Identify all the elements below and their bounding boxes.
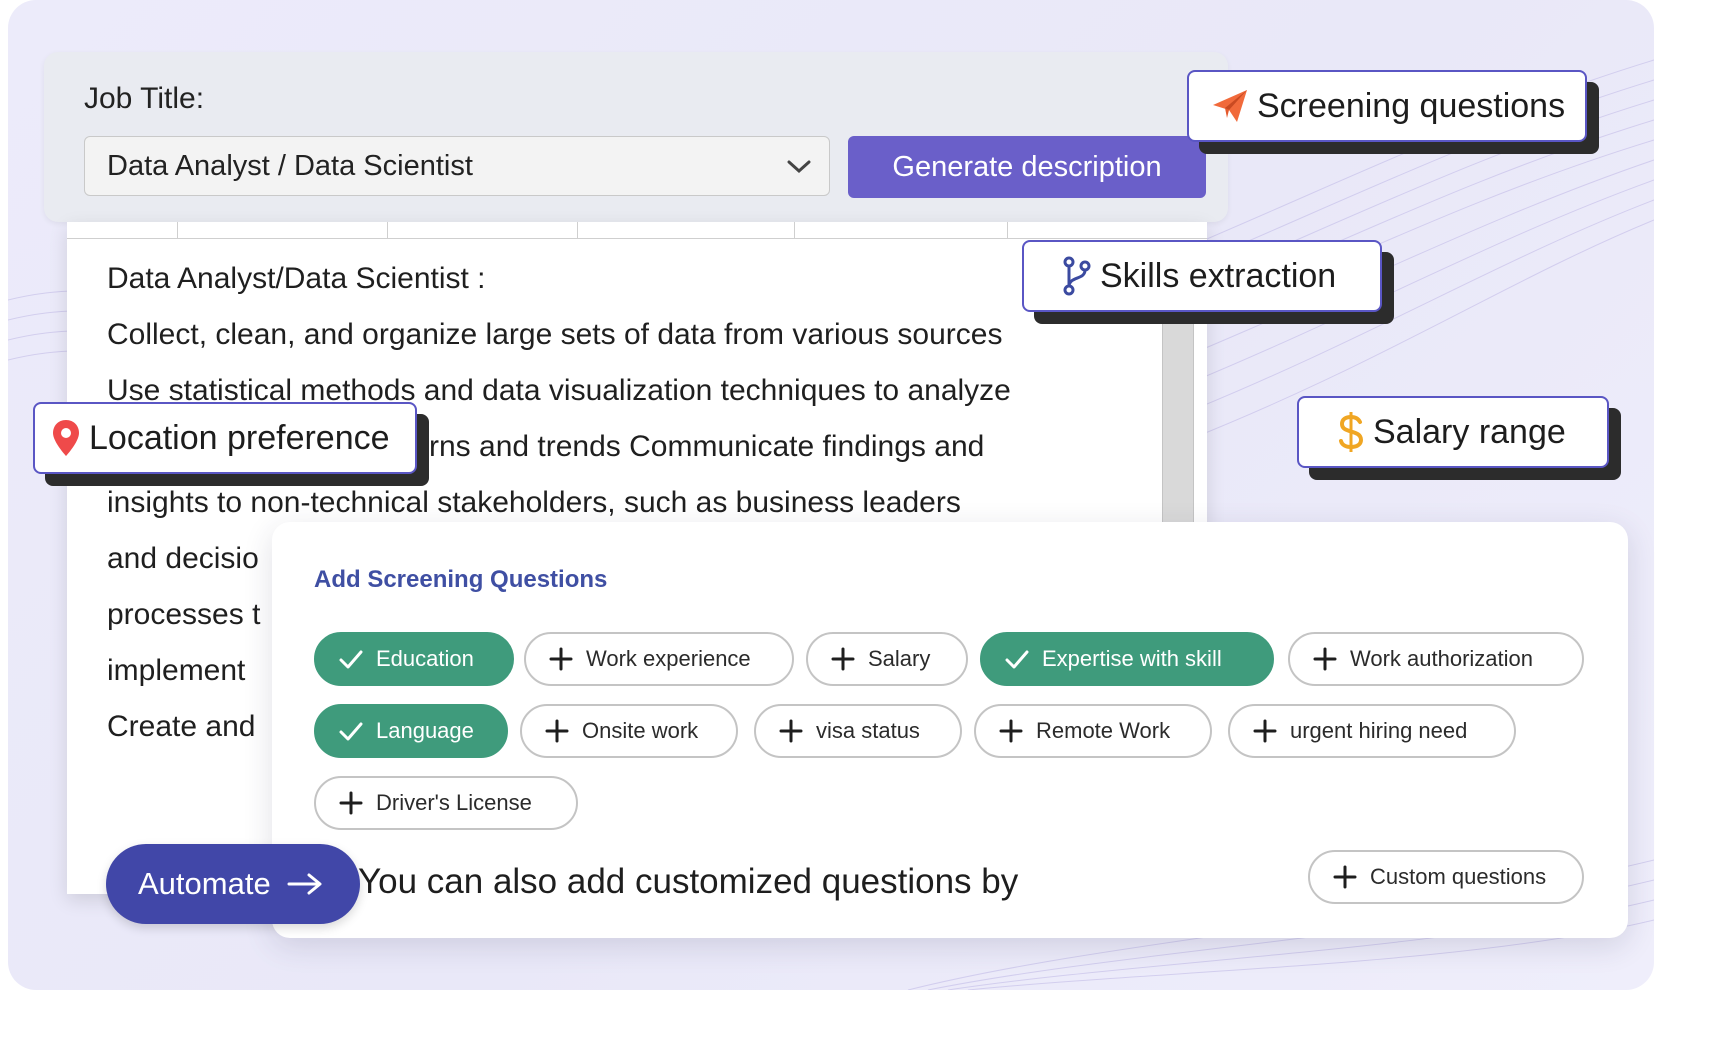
custom-questions-label: Custom questions	[1370, 864, 1547, 889]
card-title: Add Screening Questions	[314, 566, 608, 593]
plus-icon	[1333, 865, 1357, 889]
plus-icon	[339, 791, 363, 815]
chip-label: urgent hiring need	[1290, 718, 1468, 743]
chip-remote-work[interactable]: Remote Work	[974, 704, 1212, 758]
chip-expertise-with-skill[interactable]: Expertise with skill	[980, 632, 1274, 686]
chip-label: Driver's License	[376, 790, 532, 815]
chip-label: Work authorization	[1350, 646, 1534, 671]
description-line: Create and	[107, 710, 256, 743]
description-line: and decisio	[107, 542, 259, 575]
map-pin-icon	[53, 420, 79, 456]
plus-icon	[1313, 647, 1337, 671]
check-icon	[339, 722, 363, 741]
custom-questions-button[interactable]: Custom questions	[1308, 850, 1584, 904]
chip-visa-status[interactable]: visa status	[754, 704, 962, 758]
plus-icon	[999, 719, 1023, 743]
check-icon	[339, 650, 363, 669]
description-line: implement	[107, 654, 246, 687]
chip-label: Work experience	[586, 646, 751, 671]
skills-extraction-label: Skills extraction	[1100, 256, 1337, 295]
chevron-down-icon	[787, 160, 811, 174]
plus-icon	[1253, 719, 1277, 743]
chip-label: Language	[376, 718, 474, 743]
plus-icon	[545, 719, 569, 743]
description-line: insights to non-technical stakeholders, …	[107, 486, 961, 519]
custom-questions-note: You can also add customized questions by	[358, 862, 1019, 901]
description-line: Data Analyst/Data Scientist :	[107, 262, 486, 295]
paper-plane-icon	[1213, 90, 1247, 122]
chip-label: Remote Work	[1036, 718, 1171, 743]
chip-label: Education	[376, 646, 474, 671]
plus-icon	[779, 719, 803, 743]
job-title-value: Data Analyst / Data Scientist	[107, 149, 473, 182]
plus-icon	[549, 647, 573, 671]
chip-onsite-work[interactable]: Onsite work	[520, 704, 738, 758]
location-preference-tag[interactable]: Location preference	[33, 402, 417, 474]
chip-work-authorization[interactable]: Work authorization	[1288, 632, 1584, 686]
check-icon	[1005, 650, 1029, 669]
salary-range-label: Salary range	[1373, 412, 1566, 451]
location-preference-label: Location preference	[89, 418, 390, 457]
salary-range-tag[interactable]: Salary range	[1297, 396, 1609, 468]
chip-work-experience[interactable]: Work experience	[524, 632, 794, 686]
screening-questions-card: Add Screening Questions Education Work e…	[272, 522, 1628, 938]
editor-toolbar	[67, 222, 1207, 239]
screening-questions-tag[interactable]: Screening questions	[1187, 70, 1587, 142]
chip-drivers-license[interactable]: Driver's License	[314, 776, 578, 830]
chip-label: visa status	[816, 718, 920, 743]
description-line: rns and trends Communicate findings and	[429, 430, 985, 463]
description-line: Collect, clean, and organize large sets …	[107, 318, 1003, 351]
job-title-select[interactable]: Data Analyst / Data Scientist	[84, 136, 830, 196]
skills-extraction-tag[interactable]: Skills extraction	[1022, 240, 1382, 312]
automate-label: Automate	[138, 866, 271, 901]
chip-label: Expertise with skill	[1042, 646, 1222, 671]
plus-icon	[831, 647, 855, 671]
chip-education[interactable]: Education	[314, 632, 514, 686]
screening-questions-label: Screening questions	[1257, 86, 1566, 125]
arrow-right-icon	[287, 873, 322, 895]
job-title-label: Job Title:	[84, 82, 205, 115]
job-title-panel: Job Title: Data Analyst / Data Scientist…	[44, 52, 1228, 222]
branch-icon	[1063, 256, 1091, 296]
chip-label: Salary	[868, 646, 931, 671]
generate-description-button[interactable]: Generate description	[848, 136, 1206, 198]
automate-button[interactable]: Automate	[106, 844, 360, 924]
chip-salary[interactable]: Salary	[806, 632, 968, 686]
chip-urgent-hiring-need[interactable]: urgent hiring need	[1228, 704, 1516, 758]
description-line: processes t	[107, 598, 261, 631]
chip-label: Onsite work	[582, 718, 699, 743]
chip-language[interactable]: Language	[314, 704, 508, 758]
dollar-icon	[1339, 412, 1364, 452]
